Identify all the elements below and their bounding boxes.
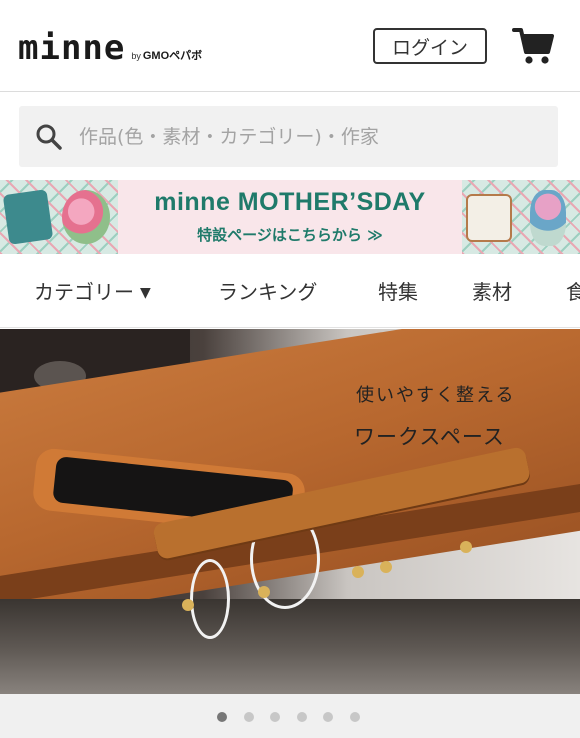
- nav-item-food[interactable]: 食: [566, 276, 580, 305]
- hero-rivet: [380, 561, 392, 573]
- sweets-box-image: [466, 194, 512, 242]
- logo-by-text: by: [131, 51, 141, 61]
- hero-carousel-slide[interactable]: 使いやすく整える ワークスペース: [0, 329, 580, 694]
- hero-cable: [190, 559, 230, 639]
- carousel-dot[interactable]: [350, 712, 360, 722]
- caret-down-icon: ▼: [140, 285, 151, 301]
- cart-icon[interactable]: [512, 26, 554, 66]
- nav-item-category[interactable]: カテゴリー ▼: [34, 276, 151, 305]
- hero-headline-1: 使いやすく整える: [356, 385, 516, 406]
- banner-title: minne MOTHER’SDAY: [154, 188, 426, 216]
- minne-logo[interactable]: minne by GMOペパボ: [18, 28, 202, 68]
- login-button[interactable]: ログイン: [373, 28, 487, 64]
- carousel-dot[interactable]: [217, 712, 227, 722]
- search-bar[interactable]: [19, 106, 558, 167]
- hero-rivet: [352, 566, 364, 578]
- site-header: minne by GMOペパボ ログイン: [0, 0, 580, 92]
- carousel-dot[interactable]: [297, 712, 307, 722]
- carousel-dot[interactable]: [270, 712, 280, 722]
- mothers-day-banner[interactable]: minne MOTHER’SDAY 特設ページはこちらから ≫: [0, 180, 580, 254]
- hero-rivet: [182, 599, 194, 611]
- carousel-indicators: [0, 694, 580, 738]
- search-input[interactable]: [79, 125, 549, 148]
- banner-subtitle-link[interactable]: 特設ページはこちらから ≫: [120, 224, 460, 245]
- carousel-dot[interactable]: [323, 712, 333, 722]
- category-nav: カテゴリー ▼ ランキング 特集 素材 食: [0, 254, 580, 328]
- search-icon: [36, 124, 62, 150]
- nav-item-features[interactable]: 特集: [378, 276, 418, 305]
- hero-headline-2: ワークスペース: [354, 425, 505, 449]
- carousel-dot[interactable]: [244, 712, 254, 722]
- flower-bouquet-image: [62, 190, 110, 244]
- hero-rivet: [258, 586, 270, 598]
- hero-rivet: [460, 541, 472, 553]
- logo-company: GMOペパボ: [142, 50, 203, 62]
- scarf-gift-image: [2, 189, 54, 245]
- flower-vase-image: [530, 190, 566, 246]
- hero-lower-shelf: [0, 599, 580, 694]
- nav-item-materials[interactable]: 素材: [472, 276, 512, 305]
- nav-item-ranking[interactable]: ランキング: [218, 276, 317, 305]
- nav-item-label: カテゴリー: [34, 280, 134, 304]
- logo-wordmark: minne: [18, 28, 126, 68]
